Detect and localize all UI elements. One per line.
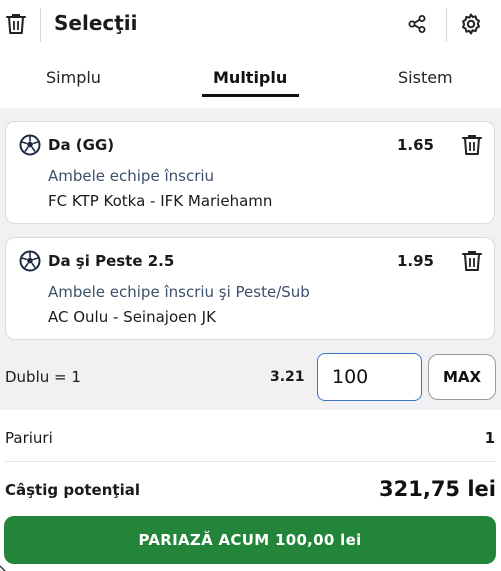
bet-type-tabs: Simplu Multiplu Sistem	[0, 60, 501, 100]
potential-win-value: 321,75 lei	[379, 477, 496, 501]
stake-input[interactable]	[317, 353, 422, 401]
clear-selections-button[interactable]	[2, 10, 30, 40]
resize-handle-icon[interactable]	[0, 559, 14, 571]
place-bet-button[interactable]: PARIAZĂ ACUM 100,00 lei	[4, 516, 496, 564]
potential-win-label: Câştig potenţial	[5, 481, 140, 499]
tab-sistem[interactable]: Sistem	[398, 68, 453, 87]
header-divider	[40, 8, 41, 42]
total-odd: 3.21	[270, 369, 305, 385]
remove-selection-button[interactable]	[460, 133, 484, 159]
remove-selection-button[interactable]	[460, 249, 484, 275]
trash-icon	[462, 134, 482, 159]
share-button[interactable]	[402, 11, 432, 39]
selection-card: Da (GG) 1.65 Ambele echipe înscriu FC KT…	[5, 121, 495, 224]
selection-odd: 1.95	[396, 252, 434, 270]
bets-count-value: 1	[484, 429, 495, 447]
selection-name: Da (GG)	[48, 136, 115, 154]
tab-multiplu[interactable]: Multiplu	[213, 68, 287, 87]
selection-name: Da şi Peste 2.5	[48, 252, 175, 270]
tab-simplu[interactable]: Simplu	[46, 68, 101, 87]
betslip-summary: Pariuri 1 Câştig potenţial 321,75 lei PA…	[0, 410, 501, 571]
selection-event: FC KTP Kotka - IFK Mariehamn	[48, 192, 273, 210]
trash-icon	[6, 13, 26, 38]
selection-market: Ambele echipe înscriu şi Peste/Sub	[48, 283, 310, 301]
gear-icon	[460, 13, 482, 38]
page-title: Selecţii	[54, 11, 138, 35]
soccer-ball-icon	[19, 134, 41, 156]
selection-market: Ambele echipe înscriu	[48, 167, 215, 185]
settings-button[interactable]	[456, 10, 486, 40]
share-icon	[408, 14, 426, 36]
selection-event: AC Oulu - Seinajoen JK	[48, 308, 216, 326]
selection-odd: 1.65	[396, 136, 434, 154]
selection-card: Da şi Peste 2.5 1.95 Ambele echipe înscr…	[5, 237, 495, 340]
bets-count-label: Pariuri	[5, 429, 53, 447]
trash-icon	[462, 250, 482, 275]
stake-row: Dublu = 1 3.21 MAX	[0, 350, 501, 406]
soccer-ball-icon	[19, 250, 41, 272]
betslip-header: Selecţii	[0, 0, 501, 50]
summary-divider	[5, 461, 496, 462]
header-divider	[446, 8, 447, 42]
combination-label: Dublu = 1	[5, 368, 81, 386]
active-tab-indicator	[202, 94, 299, 97]
max-stake-button[interactable]: MAX	[428, 354, 496, 400]
